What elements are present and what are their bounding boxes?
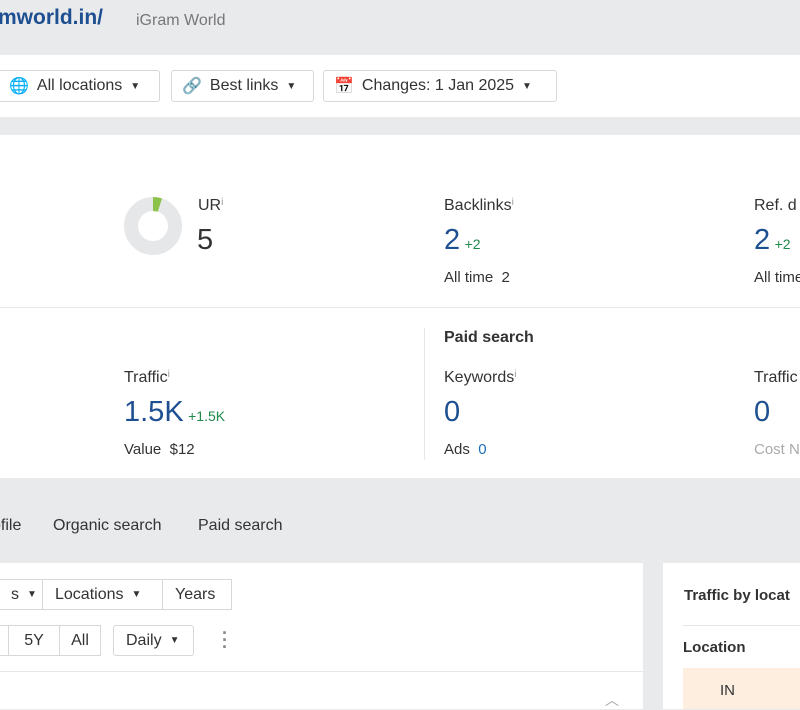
location-row[interactable] xyxy=(683,668,800,709)
locations-filter-dropdown[interactable]: Locations ▼ xyxy=(42,579,163,610)
changes-dropdown[interactable]: 📅 Changes: 1 Jan 2025 ▼ xyxy=(323,70,557,102)
paid-ads: Ads 0 xyxy=(444,441,487,458)
location-code: IN xyxy=(720,682,735,699)
paid-keywords-label: Keywordsi xyxy=(444,369,517,386)
divider xyxy=(0,671,643,672)
traffic-value[interactable]: 1.5K xyxy=(124,396,184,428)
divider xyxy=(424,328,425,460)
info-icon[interactable]: i xyxy=(512,197,514,208)
ref-domains-label: Ref. d xyxy=(754,197,797,214)
tab-organic-search[interactable]: Organic search xyxy=(53,517,162,535)
info-icon[interactable]: i xyxy=(221,197,223,208)
location-column-header[interactable]: Location xyxy=(683,639,746,656)
interval-dropdown[interactable]: Daily ▼ xyxy=(113,625,194,656)
range-all-button[interactable]: All xyxy=(59,625,101,656)
info-icon[interactable]: i xyxy=(514,369,516,380)
changes-label: Changes: 1 Jan 2025 xyxy=(361,77,515,94)
ref-domains-value[interactable]: 2 xyxy=(754,224,770,256)
paid-cost: Cost N xyxy=(754,441,800,458)
paid-traffic-value[interactable]: 0 xyxy=(754,396,770,429)
range-5y-button[interactable]: 5Y xyxy=(8,625,60,656)
target-domain[interactable]: mworld.in/ xyxy=(0,6,103,30)
caret-down-icon: ▼ xyxy=(130,80,141,92)
backlinks-value[interactable]: 2 xyxy=(444,224,460,256)
more-options-icon[interactable]: · · · xyxy=(222,624,228,656)
years-button[interactable]: Years xyxy=(162,579,232,610)
traffic-value-usd: Value $12 xyxy=(124,441,195,458)
backlinks-delta: +2 xyxy=(464,236,481,252)
tab-overview[interactable]: ofile xyxy=(0,517,21,535)
locations-dropdown[interactable]: 🌐 All locations ▼ xyxy=(0,70,160,102)
ur-donut xyxy=(124,197,182,255)
info-icon[interactable]: i xyxy=(168,369,170,380)
backlinks-all-time: All time 2 xyxy=(444,269,510,286)
backlinks-label: Backlinksi xyxy=(444,197,514,214)
collapse-chevron-icon[interactable]: ︿ xyxy=(605,690,619,710)
divider xyxy=(683,625,800,626)
ur-label: URi xyxy=(198,197,224,214)
caret-down-icon: ▼ xyxy=(131,589,142,600)
ref-domains-delta: +2 xyxy=(774,236,791,252)
calendar-icon: 📅 xyxy=(334,78,354,95)
traffic-by-location-title: Traffic by locat xyxy=(684,587,790,604)
traffic-value-row: 1.5K +1.5K xyxy=(124,396,225,429)
traffic-label: Traffici xyxy=(124,369,170,386)
caret-down-icon: ▼ xyxy=(286,80,297,92)
paid-search-heading: Paid search xyxy=(444,329,534,346)
link-icon: 🔗 xyxy=(182,78,202,95)
globe-icon: 🌐 xyxy=(9,78,29,95)
paid-keywords-value[interactable]: 0 xyxy=(444,396,460,429)
ads-count-link[interactable]: 0 xyxy=(478,441,486,458)
tab-paid-search[interactable]: Paid search xyxy=(198,517,283,535)
ur-value: 5 xyxy=(197,224,214,256)
paid-traffic-label: Traffic xyxy=(754,369,798,386)
traffic-delta: +1.5K xyxy=(188,408,226,424)
links-dropdown[interactable]: 🔗 Best links ▼ xyxy=(171,70,314,102)
ref-domains-value-row: 2 +2 xyxy=(754,224,791,257)
locations-label: All locations xyxy=(36,77,123,94)
site-name: iGram World xyxy=(136,12,226,29)
backlinks-value-row: 2 +2 xyxy=(444,224,481,257)
filter-dropdown[interactable]: s ▼ xyxy=(0,579,43,610)
caret-down-icon: ▼ xyxy=(522,80,532,92)
ref-domains-all-time: All time xyxy=(754,269,800,286)
divider xyxy=(0,307,800,308)
links-label: Best links xyxy=(209,77,279,94)
caret-down-icon: ▼ xyxy=(169,635,180,646)
